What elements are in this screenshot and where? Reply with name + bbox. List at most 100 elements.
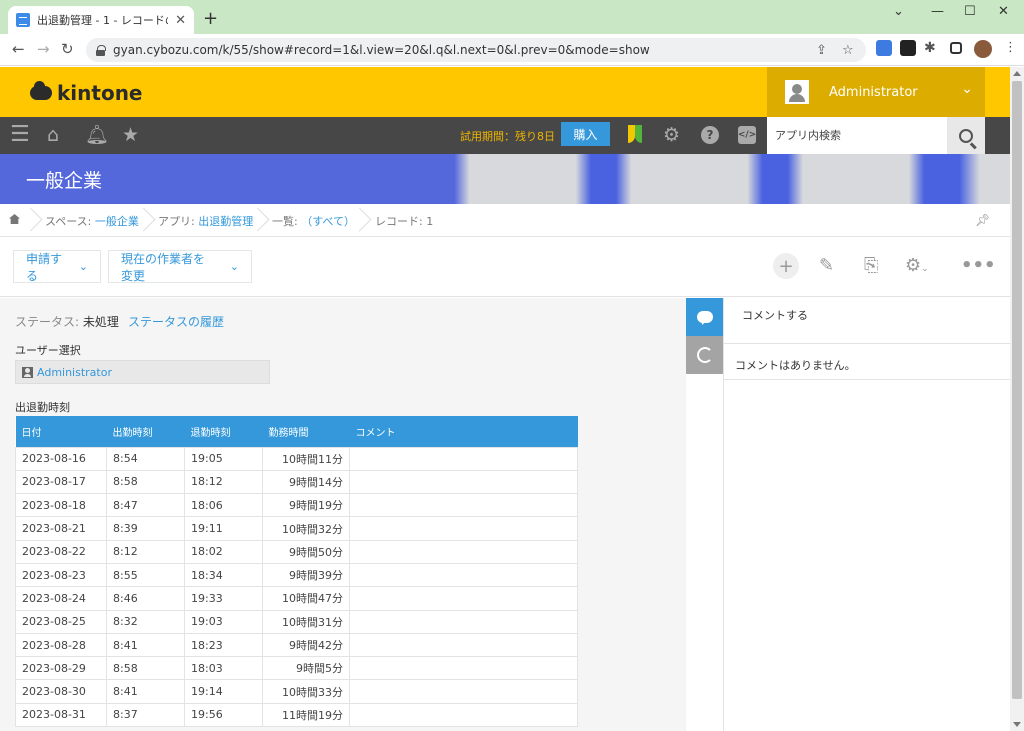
date-cell: 2023-08-17	[15, 469, 107, 495]
bell-icon[interactable]: 🔔︎	[85, 125, 109, 145]
copy-icon[interactable]: ⎘	[864, 256, 878, 276]
url-field[interactable]: gyan.cybozu.com/k/55/show#record=1&l.vie…	[86, 38, 866, 62]
buy-button[interactable]: 購入	[561, 122, 610, 146]
beginner-mark-icon[interactable]	[628, 125, 642, 143]
apply-action-button[interactable]: 申請する ⌄	[13, 250, 101, 283]
comment-cell	[349, 469, 578, 495]
minimize-window-icon[interactable]: —	[931, 4, 944, 19]
scrollbar-thumb[interactable]	[1012, 81, 1022, 699]
kintone-app-favicon-icon	[16, 13, 30, 27]
close-window-icon[interactable]: ✕	[998, 4, 1009, 19]
clock-out-cell: 19:33	[184, 586, 263, 611]
user-selection-link[interactable]: Administrator	[37, 366, 112, 379]
scroll-down-arrow-icon[interactable]	[1013, 722, 1021, 727]
maximize-window-icon[interactable]: ☐	[964, 4, 976, 19]
breadcrumb-app[interactable]: アプリ: 出退勤管理	[158, 213, 253, 229]
code-icon[interactable]: </>	[738, 126, 756, 144]
table-row: 2023-08-28 8:41 18:23 9時間42分	[15, 632, 578, 658]
side-panel-icon[interactable]	[950, 42, 962, 54]
comment-cell	[349, 446, 578, 471]
status-history-link[interactable]: ステータスの履歴	[128, 313, 224, 330]
devtools-extension-icon[interactable]	[900, 40, 916, 56]
clock-out-cell: 19:03	[184, 609, 263, 634]
app-search-field[interactable]	[767, 117, 947, 154]
extension-icon[interactable]	[876, 40, 892, 56]
help-icon[interactable]: ?	[701, 126, 719, 144]
space-title[interactable]: 一般企業	[26, 166, 102, 193]
table-row: 2023-08-22 8:12 18:02 9時間50分	[15, 539, 578, 564]
comment-input[interactable]: コメントする	[724, 298, 1011, 344]
comment-tab[interactable]	[686, 298, 723, 336]
date-cell: 2023-08-16	[15, 446, 107, 471]
record-action-bar: 申請する ⌄ 現在の作業者を変更 ⌄ + ✎ ⎘ ⚙⌄ •••	[0, 237, 1010, 297]
pin-icon[interactable]: 📌︎	[975, 213, 990, 227]
scroll-up-arrow-icon[interactable]	[1013, 71, 1021, 76]
clock-out-cell: 18:34	[184, 562, 263, 588]
lock-icon[interactable]	[96, 44, 106, 56]
plus-icon[interactable]: +	[773, 253, 799, 279]
user-icon	[22, 366, 33, 378]
more-icon[interactable]: •••	[961, 256, 996, 276]
comment-cell	[349, 679, 578, 704]
browser-tab-title: 出退勤管理 - 1 - レコードの詳細	[37, 14, 168, 27]
date-cell: 2023-08-23	[15, 562, 107, 588]
back-arrow-icon[interactable]: ←	[12, 40, 25, 58]
table-row: 2023-08-16 8:54 19:05 10時間11分	[15, 446, 578, 471]
bookmark-star-icon[interactable]: ☆	[842, 43, 854, 58]
edit-icon[interactable]: ✎	[819, 256, 834, 276]
home-icon[interactable]: ⌂	[47, 125, 59, 145]
history-icon	[696, 347, 713, 363]
browser-menu-icon[interactable]: ⋮	[1004, 40, 1017, 55]
table-row: 2023-08-23 8:55 18:34 9時間39分	[15, 562, 578, 588]
clock-in-cell: 8:39	[106, 516, 185, 541]
page-scrollbar[interactable]	[1010, 67, 1024, 731]
reload-icon[interactable]: ↻	[61, 40, 74, 58]
status-value: 未処理	[82, 315, 119, 329]
search-button[interactable]	[947, 117, 985, 154]
browser-tabbar: 出退勤管理 - 1 - レコードの詳細 ✕ + ⌄ — ☐ ✕	[0, 0, 1024, 34]
profile-avatar[interactable]	[974, 40, 992, 58]
share-icon[interactable]: ⇪	[816, 43, 827, 58]
history-tab[interactable]	[686, 336, 723, 374]
breadcrumb-list-link[interactable]: （すべて）	[301, 215, 355, 228]
gear-icon[interactable]: ⚙	[663, 125, 680, 145]
tab-search-chevron-icon[interactable]: ⌄	[893, 4, 904, 19]
clock-in-cell: 8:55	[106, 562, 185, 588]
breadcrumb-app-prefix: アプリ:	[158, 215, 199, 228]
work-hours-cell: 9時間42分	[262, 632, 350, 658]
star-icon[interactable]: ★	[122, 125, 139, 145]
comment-cell	[349, 702, 578, 728]
clock-in-cell: 8:58	[106, 656, 185, 681]
status-field: ステータス: 未処理	[15, 313, 119, 330]
work-hours-cell: 9時間39分	[262, 562, 350, 588]
new-tab-icon[interactable]: +	[203, 8, 218, 29]
user-avatar-icon	[785, 80, 809, 104]
date-cell: 2023-08-21	[15, 516, 107, 541]
table-row: 2023-08-24 8:46 19:33 10時間47分	[15, 586, 578, 611]
work-hours-cell: 10時間31分	[262, 609, 350, 634]
work-hours-cell: 9時間5分	[262, 656, 350, 681]
breadcrumb-list[interactable]: 一覧: （すべて）	[272, 213, 355, 229]
attendance-table-body: 2023-08-16 8:54 19:05 10時間11分 2023-08-17 8:58…	[15, 446, 578, 728]
table-row: 2023-08-30 8:41 19:14 10時間33分	[15, 679, 578, 704]
kintone-cloud-icon	[30, 81, 52, 100]
puzzle-extensions-icon[interactable]: ✱	[924, 40, 936, 56]
comment-cell	[349, 562, 578, 588]
url-text[interactable]: gyan.cybozu.com/k/55/show#record=1&l.vie…	[113, 43, 650, 57]
app-search-input[interactable]	[775, 129, 947, 142]
close-tab-icon[interactable]: ✕	[175, 13, 186, 28]
comment-icon	[696, 311, 713, 323]
change-assignee-button[interactable]: 現在の作業者を変更 ⌄	[108, 250, 252, 283]
breadcrumb-app-link[interactable]: 出退勤管理	[198, 215, 253, 228]
user-menu[interactable]: Administrator ⌄	[767, 67, 985, 117]
browser-tab[interactable]: 出退勤管理 - 1 - レコードの詳細 ✕	[8, 6, 194, 34]
forward-arrow-icon[interactable]: →	[37, 40, 50, 58]
gear-icon[interactable]: ⚙⌄	[905, 256, 929, 279]
menu-icon[interactable]: ☰	[10, 124, 30, 146]
date-cell: 2023-08-18	[15, 493, 107, 518]
record-details: ステータス: 未処理 ステータスの履歴 ユーザー選択 Administrator…	[0, 298, 686, 731]
table-header-date: 日付	[15, 416, 107, 447]
kintone-logo[interactable]: kintone	[30, 81, 143, 105]
breadcrumb-space[interactable]: スペース: 一般企業	[45, 213, 139, 229]
kintone-logo-text: kintone	[57, 81, 143, 105]
